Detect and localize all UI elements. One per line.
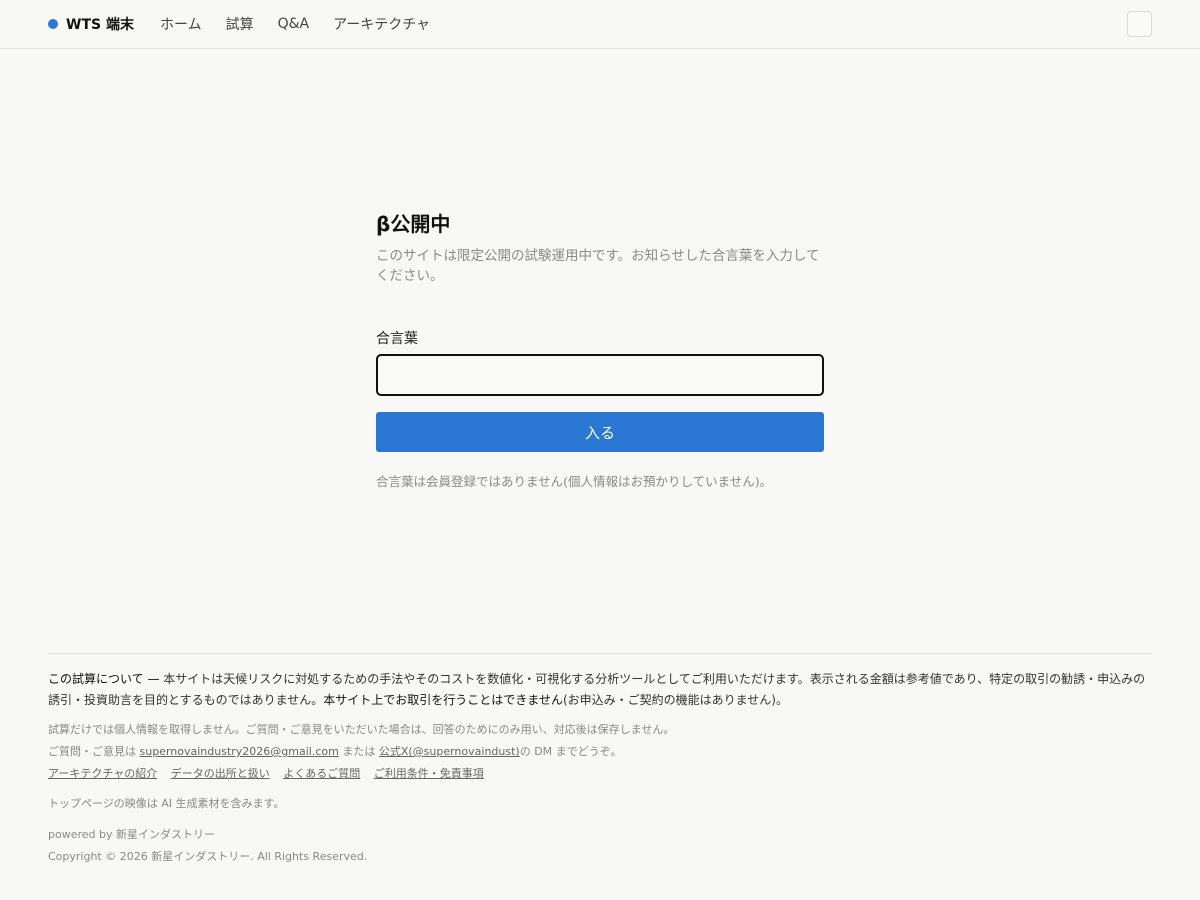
- nav-architecture[interactable]: アーキテクチャ: [333, 14, 430, 34]
- page-description: このサイトは限定公開の試験運用中です。お知らせした合言葉を入力してください。: [376, 248, 820, 284]
- powered-by: powered by 新星インダストリー: [48, 828, 215, 841]
- nav-qa[interactable]: Q&A: [278, 16, 310, 32]
- official-x-link[interactable]: 公式X(@supernovaindust): [379, 745, 520, 758]
- menu-button[interactable]: [1127, 11, 1152, 37]
- passphrase-label: 合言葉: [376, 331, 418, 347]
- contact-line: ご質問・ご意見は supernovaindustry2026@gmail.com…: [48, 741, 1152, 763]
- link-faq[interactable]: よくあるご質問: [283, 767, 360, 780]
- about-lead: この試算について —: [48, 672, 160, 686]
- brand-dot-icon: [48, 19, 58, 29]
- main-nav: ホーム 試算 Q&A アーキテクチャ: [160, 14, 454, 34]
- passphrase-input[interactable]: [376, 354, 824, 396]
- link-architecture[interactable]: アーキテクチャの紹介: [48, 767, 157, 780]
- footer-links: アーキテクチャの紹介 データの出所と扱い よくあるご質問 ご利用条件・免責事項: [48, 763, 1152, 785]
- brand-name: WTS 端末: [66, 17, 134, 33]
- nav-home[interactable]: ホーム: [160, 14, 202, 34]
- footer: この試算について — 本サイトは天候リスクに対処するための手法やそのコストを数値…: [48, 653, 1152, 868]
- brand[interactable]: WTS 端末: [48, 14, 134, 34]
- contact-suffix: の DM までどうぞ。: [519, 745, 622, 758]
- about-tail: (お申込み・ご契約の機能はありません)。: [562, 693, 788, 707]
- top-header: WTS 端末 ホーム 試算 Q&A アーキテクチャ: [0, 0, 1200, 49]
- link-data-source[interactable]: データの出所と扱い: [171, 767, 270, 780]
- enter-button[interactable]: 入る: [376, 412, 824, 452]
- copyright: Copyright © 2026 新星インダストリー. All Rights R…: [48, 850, 368, 863]
- nav-estimate[interactable]: 試算: [226, 14, 254, 34]
- about-emphasis: 本サイト上でお取引を行うことはできません: [323, 693, 563, 707]
- ai-note: トップページの映像は AI 生成素材を含みます。: [48, 797, 285, 810]
- passphrase-note: 合言葉は会員登録ではありません(個人情報はお預かりしていません)。: [376, 474, 773, 489]
- page-title: β公開中: [376, 212, 451, 236]
- contact-email-link[interactable]: supernovaindustry2026@gmail.com: [140, 745, 339, 758]
- contact-prefix: ご質問・ご意見は: [48, 745, 140, 758]
- link-terms[interactable]: ご利用条件・免責事項: [374, 767, 484, 780]
- login-panel: β公開中 このサイトは限定公開の試験運用中です。お知らせした合言葉を入力してくだ…: [376, 210, 824, 489]
- about-text: この試算について — 本サイトは天候リスクに対処するための手法やそのコストを数値…: [48, 669, 1152, 711]
- contact-mid: または: [338, 745, 379, 758]
- privacy-note: 試算だけでは個人情報を取得しません。ご質問・ご意見をいただいた場合は、回答のため…: [48, 723, 675, 736]
